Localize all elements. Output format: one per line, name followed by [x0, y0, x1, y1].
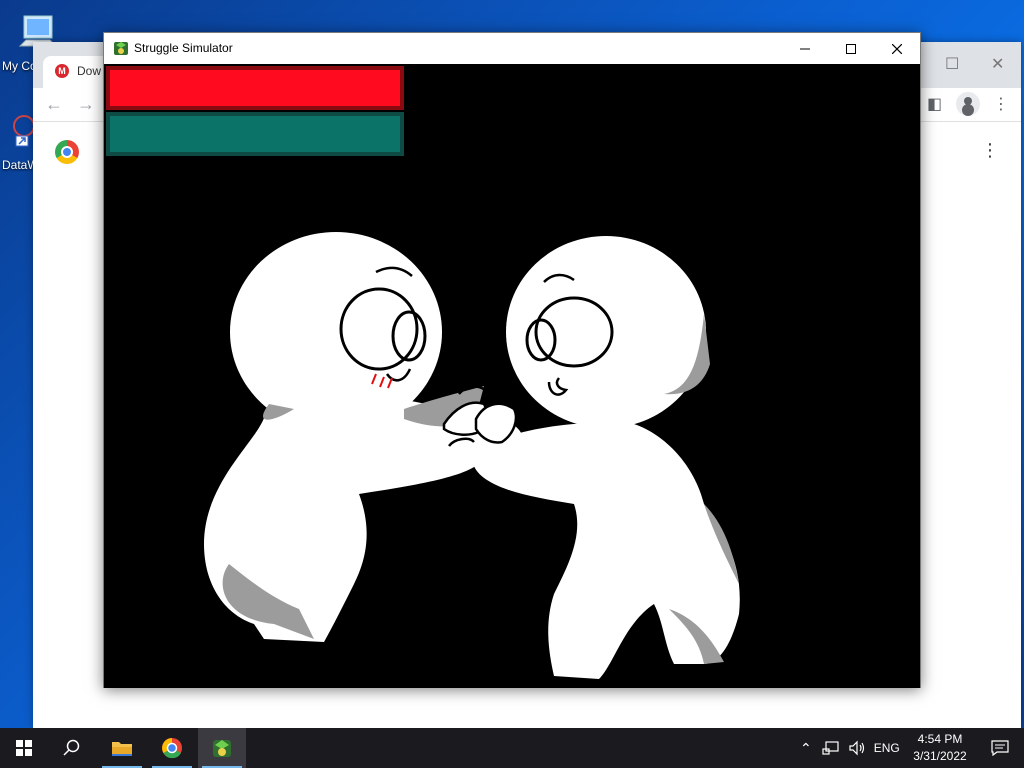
folder-icon	[112, 742, 132, 756]
chrome-icon	[162, 738, 182, 759]
game-canvas[interactable]	[104, 64, 920, 688]
profile-icon[interactable]	[956, 92, 980, 116]
language-indicator[interactable]: ENG	[874, 741, 900, 755]
taskbar-file-explorer[interactable]	[98, 728, 146, 768]
minimize-icon	[800, 48, 810, 49]
taskbar: ⌃ ENG 4:54 PM 3/31/2022	[0, 728, 1024, 768]
clock-time: 4:54 PM	[917, 732, 963, 746]
reader-mode-icon[interactable]: ◧	[927, 94, 942, 114]
search-icon	[63, 739, 80, 756]
close-button[interactable]	[874, 33, 920, 64]
windows-icon	[16, 740, 32, 756]
notification-icon	[991, 740, 1009, 756]
network-icon[interactable]	[822, 740, 840, 756]
clock[interactable]: 4:54 PM 3/31/2022	[908, 731, 972, 765]
maximize-button[interactable]	[828, 33, 874, 64]
page-menu-icon[interactable]: ⋮	[981, 140, 999, 161]
system-tray: ⌃ ENG	[800, 728, 900, 768]
window-title: Struggle Simulator	[134, 41, 233, 55]
forward-icon[interactable]: →	[77, 94, 95, 115]
menu-icon[interactable]: ⋮	[993, 94, 1009, 114]
minimize-button[interactable]	[782, 33, 828, 64]
struggle-scene	[204, 232, 740, 679]
close-icon[interactable]: ✕	[991, 54, 1004, 74]
chrome-icon	[55, 140, 79, 164]
action-center-button[interactable]	[976, 728, 1024, 768]
game-window[interactable]: Struggle Simulator	[103, 32, 921, 688]
title-bar[interactable]: Struggle Simulator	[104, 33, 920, 64]
close-icon	[892, 43, 902, 54]
desktop-icon-label: My Co	[2, 59, 37, 73]
search-button[interactable]	[48, 728, 96, 768]
tab-title: Dow	[77, 64, 102, 78]
taskbar-struggle-simulator[interactable]	[198, 728, 246, 768]
start-button[interactable]	[0, 728, 48, 768]
restore-icon[interactable]: ☐	[945, 54, 959, 74]
show-hidden-icons-icon[interactable]: ⌃	[800, 740, 812, 757]
taskbar-chrome[interactable]	[148, 728, 196, 768]
left-character	[204, 232, 524, 642]
mega-icon: M	[55, 64, 69, 78]
back-icon[interactable]: ←	[45, 94, 63, 115]
maximize-icon	[846, 43, 856, 54]
volume-icon[interactable]	[848, 740, 866, 756]
game-icon	[213, 740, 231, 757]
game-icon	[114, 42, 128, 55]
clock-date: 3/31/2022	[913, 749, 967, 763]
right-character	[473, 236, 740, 679]
